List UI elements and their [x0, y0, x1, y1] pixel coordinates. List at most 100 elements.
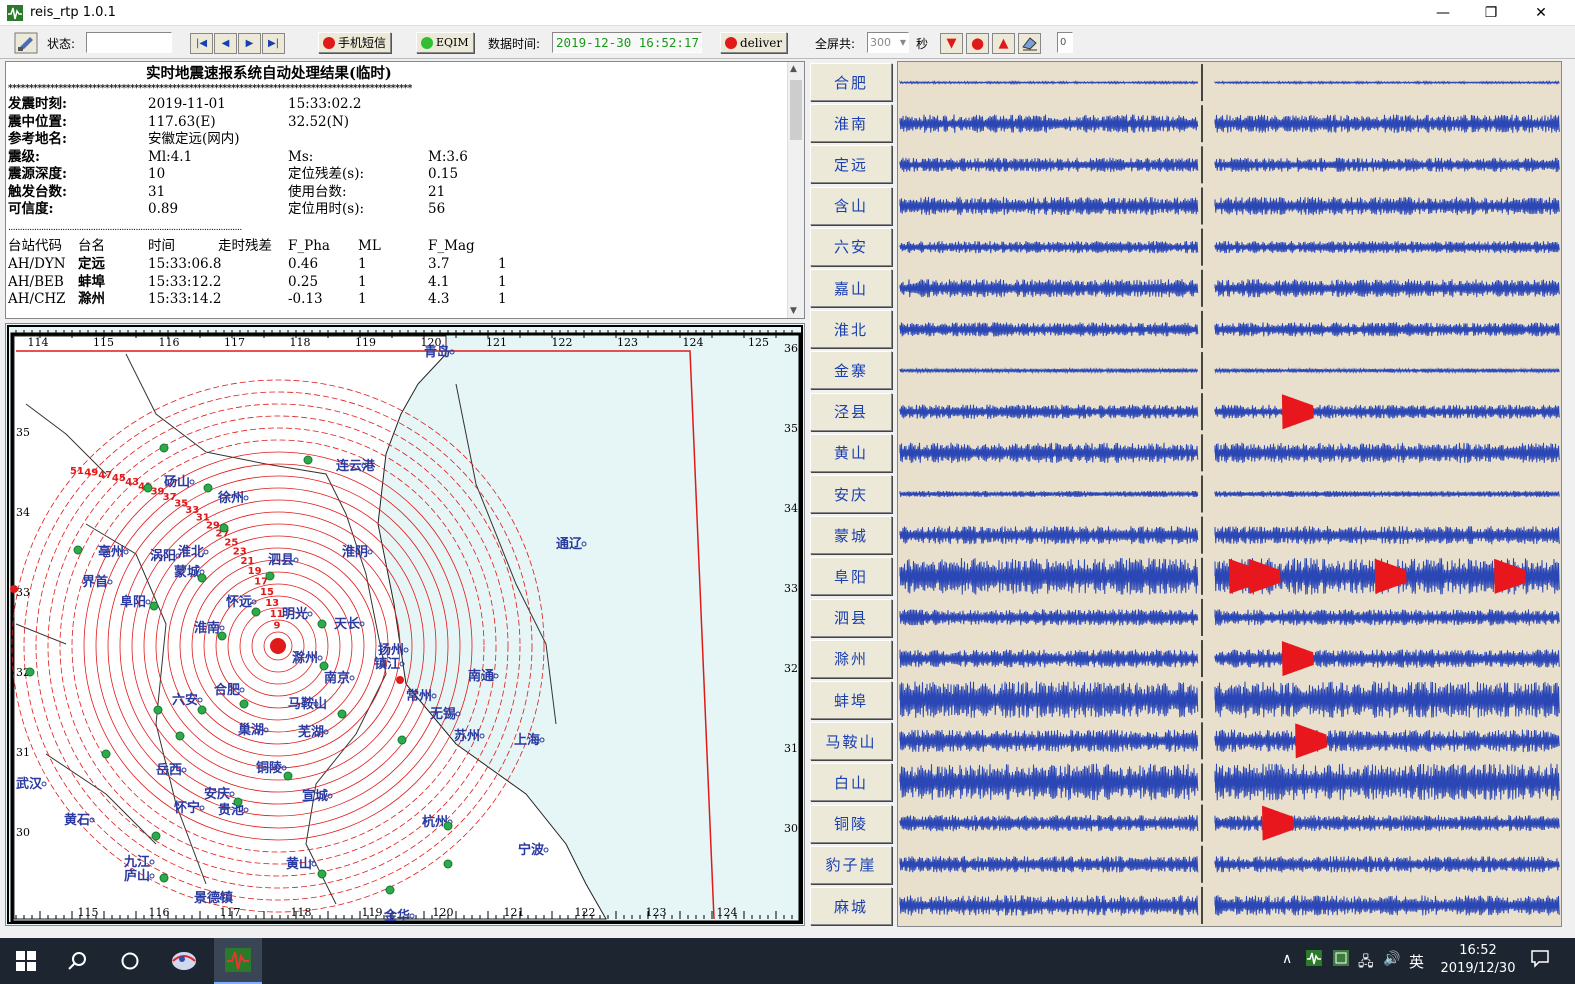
- clear-icon[interactable]: [1018, 32, 1041, 54]
- station-button[interactable]: 泾县: [810, 392, 892, 431]
- table-header-cell: 台名: [78, 238, 105, 254]
- eqim-button-label: EQIM: [436, 36, 469, 49]
- waveform-panel[interactable]: [897, 61, 1562, 927]
- station-button[interactable]: 马鞍山: [810, 722, 892, 761]
- clock[interactable]: 16:52 2019/12/30: [1432, 942, 1524, 978]
- minimize-button[interactable]: —: [1420, 0, 1466, 26]
- station-button[interactable]: 铜陵: [810, 804, 892, 843]
- station-button[interactable]: 淮南: [810, 104, 892, 143]
- seismic-station-dot: [149, 601, 159, 611]
- station-button[interactable]: 金寨: [810, 351, 892, 390]
- settings-tool-button[interactable]: [14, 32, 38, 54]
- station-button[interactable]: 六安: [810, 227, 892, 266]
- longitude-tick-label: 115: [78, 906, 99, 919]
- longitude-tick-label: 115: [93, 336, 114, 349]
- seismic-station-dot: [153, 705, 163, 715]
- station-button[interactable]: 定远: [810, 145, 892, 184]
- station-button[interactable]: 含山: [810, 186, 892, 225]
- station-button[interactable]: 阜阳: [810, 557, 892, 596]
- scroll-up-icon[interactable]: ▲: [790, 64, 797, 74]
- table-cell: 定远: [78, 256, 105, 272]
- eqim-button[interactable]: EQIM: [416, 32, 474, 53]
- station-button[interactable]: 安庆: [810, 475, 892, 513]
- seismic-station-dot: [303, 455, 313, 465]
- sms-button[interactable]: 手机短信: [318, 32, 392, 53]
- next-icon[interactable]: ▶: [238, 32, 261, 54]
- ime-indicator[interactable]: 英: [1409, 951, 1424, 972]
- station-button[interactable]: 合肥: [810, 63, 892, 101]
- city-label: 铜陵: [255, 760, 283, 776]
- latitude-tick-label: 35: [16, 426, 30, 439]
- table-cell: 1: [358, 273, 367, 290]
- city-label: 亳州: [98, 544, 124, 560]
- first-icon[interactable]: |◀: [190, 32, 213, 54]
- chevron-up-icon[interactable]: ∧: [1282, 951, 1292, 967]
- station-button[interactable]: 麻城: [810, 887, 892, 925]
- table-header-cell: F_Pha: [288, 238, 330, 254]
- report-field-value: 31: [148, 183, 166, 200]
- station-button[interactable]: 豹子崖: [810, 845, 892, 884]
- longitude-tick-label: 122: [552, 336, 573, 349]
- network-icon[interactable]: 🖧: [1358, 951, 1374, 975]
- scroll-down-icon[interactable]: ▼: [790, 306, 797, 316]
- city-label: 通辽: [556, 536, 583, 552]
- waveform-trace: [899, 856, 1560, 873]
- fullscreen-select[interactable]: 300 ▼: [867, 32, 909, 53]
- maximize-button[interactable]: ❐: [1468, 0, 1514, 26]
- app-tray-icon-2[interactable]: [1332, 949, 1350, 971]
- station-button[interactable]: 蚌埠: [810, 681, 892, 719]
- longitude-tick-label: 124: [683, 336, 704, 349]
- table-cell: AH/DYN: [8, 256, 66, 272]
- app-tray-icon[interactable]: [1305, 949, 1323, 971]
- scroll-thumb[interactable]: [790, 80, 802, 140]
- station-button[interactable]: 黄山: [810, 433, 892, 472]
- city-label: 扬州: [378, 642, 404, 658]
- seismic-station-dot: [233, 797, 243, 807]
- seismic-station-dot: [239, 699, 249, 709]
- waveform-canvas[interactable]: [898, 62, 1561, 926]
- city-label: 蒙城: [174, 564, 200, 580]
- city-label: 黄石: [64, 812, 90, 828]
- start-button[interactable]: [2, 938, 50, 984]
- search-button[interactable]: [54, 938, 102, 984]
- seismic-station-dot: [159, 873, 169, 883]
- down-triangle-icon[interactable]: ▼: [940, 32, 963, 54]
- longitude-tick-label: 118: [291, 906, 312, 919]
- epicenter-map[interactable]: 5149474543413937353331292725232119171513…: [5, 323, 805, 926]
- notification-icon[interactable]: [1530, 948, 1550, 972]
- table-cell: 0.46: [288, 256, 319, 272]
- city-label: 涡阳: [150, 548, 176, 564]
- triggered-station-dot: [10, 585, 18, 593]
- station-button[interactable]: 蒙城: [810, 516, 892, 555]
- taskbar-app-reis[interactable]: [214, 938, 262, 984]
- phase-pick-burst: [1262, 805, 1294, 841]
- waveform-trace: [899, 442, 1560, 464]
- station-button[interactable]: 泗县: [810, 598, 892, 637]
- longitude-tick-label: 125: [748, 336, 769, 349]
- volume-icon[interactable]: 🔊: [1383, 951, 1400, 967]
- latitude-tick-label: 30: [784, 822, 798, 835]
- red-circle-icon[interactable]: ●: [966, 32, 989, 54]
- report-field-label: 震中位置:: [8, 113, 67, 130]
- close-button[interactable]: ✕: [1518, 0, 1564, 26]
- taskbar-app-seismo[interactable]: [160, 938, 208, 984]
- cortana-button[interactable]: [106, 938, 154, 984]
- up-triangle-icon[interactable]: ▲: [992, 32, 1015, 54]
- station-button[interactable]: 滁州: [810, 639, 892, 678]
- station-button[interactable]: 嘉山: [810, 269, 892, 307]
- clock-time: 16:52: [1459, 943, 1497, 958]
- table-header-cell: 时间: [148, 238, 175, 254]
- report-scrollbar[interactable]: ▲ ▼: [787, 62, 804, 318]
- station-button[interactable]: 淮北: [810, 310, 892, 349]
- map-canvas[interactable]: 5149474543413937353331292725232119171513…: [6, 324, 804, 925]
- search-icon: [68, 952, 86, 970]
- city-label: 巢湖: [237, 722, 264, 738]
- station-button[interactable]: 白山: [810, 763, 892, 802]
- prev-icon[interactable]: ◀: [214, 32, 237, 54]
- deliver-button[interactable]: deliver: [720, 32, 788, 53]
- last-icon[interactable]: ▶|: [262, 32, 285, 54]
- triggered-station-dot: [396, 676, 404, 684]
- report-panel: 实时地震速报系统自动处理结果(临时) *********************…: [5, 61, 805, 319]
- waveform-trace: [899, 279, 1560, 298]
- seismic-station-dot: [197, 705, 207, 715]
